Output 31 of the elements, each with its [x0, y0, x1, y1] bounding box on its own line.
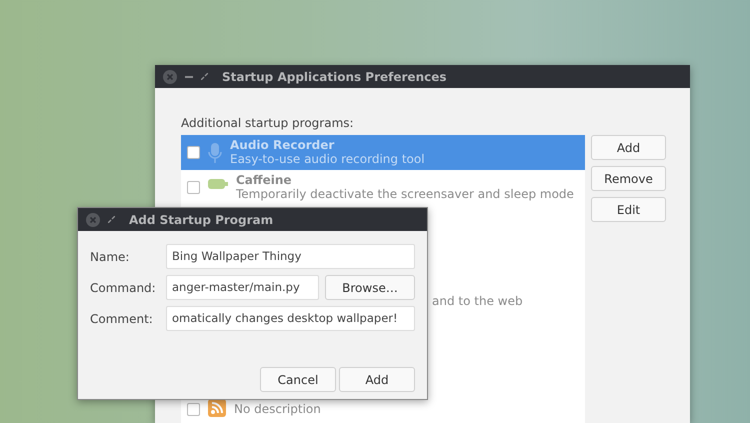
program-description: Easy-to-use audio recording tool: [230, 152, 425, 167]
close-icon[interactable]: [86, 212, 100, 226]
field-label: Name:: [90, 248, 130, 266]
list-label: Additional startup programs:: [181, 115, 355, 132]
window-title: Startup Applications Preferences: [222, 68, 447, 86]
checkbox[interactable]: [187, 181, 200, 194]
program-row[interactable]: No description: [181, 392, 585, 423]
button[interactable]: Add: [591, 135, 666, 160]
program-description: Temporarily deactivate the screensaver and sleep mode: [236, 187, 574, 202]
field-label: Comment:: [90, 310, 154, 328]
button[interactable]: Edit: [591, 197, 666, 222]
checkbox[interactable]: [187, 403, 200, 416]
close-icon[interactable]: [163, 70, 177, 84]
browse-button[interactable]: Browse…: [325, 275, 415, 300]
microphone-icon: [208, 142, 222, 164]
program-name: Caffeine: [236, 173, 293, 187]
button[interactable]: Remove: [591, 166, 666, 191]
program-name: Audio Recorder: [230, 138, 336, 152]
minimize-icon[interactable]: [185, 76, 193, 78]
button[interactable]: Cancel: [260, 367, 336, 392]
input-field[interactable]: Bing Wallpaper Thingy: [166, 244, 415, 269]
field-label: Command:: [90, 280, 157, 296]
input-field[interactable]: omatically changes desktop wallpaper!: [166, 306, 415, 331]
maximize-icon[interactable]: [201, 73, 208, 80]
button[interactable]: Add: [339, 367, 415, 392]
rss-icon: [208, 399, 226, 417]
program-description: No description: [234, 402, 321, 417]
input-field[interactable]: anger-master/main.py: [166, 275, 319, 300]
maximize-icon[interactable]: [108, 216, 115, 223]
checkbox[interactable]: [187, 146, 200, 159]
window-title: Add Startup Program: [129, 212, 274, 228]
